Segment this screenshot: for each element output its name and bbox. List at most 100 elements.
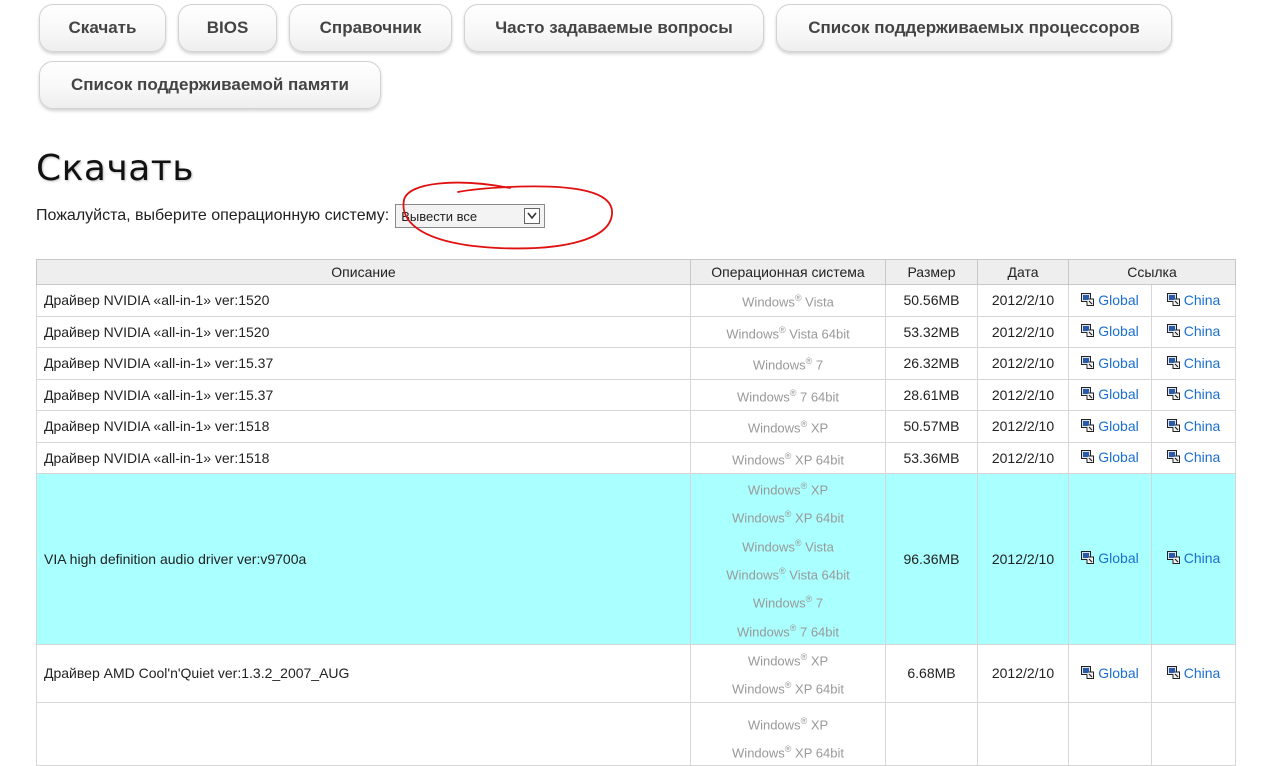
china-download-link[interactable]: China — [1166, 418, 1220, 435]
china-download-link[interactable]: China — [1166, 550, 1220, 566]
row-description: Драйвер AMD Cool'n'Quiet ver:1.3.2_2007_… — [36, 643, 691, 703]
row-link: Global — [1068, 410, 1152, 443]
download-icon — [1166, 292, 1180, 309]
row-size: 6.68MB — [885, 643, 978, 703]
os-name: Windows® Vista 64bit — [726, 565, 850, 583]
os-select-dropdown[interactable]: Вывести все — [395, 204, 546, 228]
os-name: Windows® XP — [747, 481, 829, 498]
download-icon — [1166, 418, 1180, 435]
row-date: 2012/2/10 — [977, 347, 1069, 380]
row-date: 2012/2/10 — [977, 284, 1069, 317]
row-date: 2012/2/10 — [977, 643, 1069, 703]
row-description: Драйвер NVIDIA «all-in-1» ver:1518 — [36, 441, 691, 474]
tab-manual[interactable]: Справочник — [289, 4, 452, 52]
china-download-link[interactable]: China — [1166, 449, 1220, 466]
row-os: Windows® 7 — [690, 347, 886, 380]
table-row: Драйвер NVIDIA «all-in-1» ver:15.37 Windo… — [36, 378, 1236, 411]
row-size: 53.36MB — [885, 441, 978, 474]
row-link: China — [1151, 473, 1236, 645]
table-row: Драйвер NVIDIA «all-in-1» ver:1520 Window… — [36, 315, 1236, 348]
china-download-link[interactable]: China — [1166, 323, 1220, 340]
row-link: China — [1151, 284, 1236, 317]
row-link: Global — [1068, 441, 1152, 474]
os-name: Windows® 7 — [752, 356, 824, 373]
table-row: Драйвер NVIDIA «all-in-1» ver:1518 Window… — [36, 410, 1236, 443]
row-description: VIA high definition audio driver ver:v97… — [36, 473, 691, 645]
row-link: Global — [1068, 378, 1152, 411]
download-icon — [1166, 387, 1180, 403]
row-os: Windows® 7 64bit — [690, 378, 886, 411]
row-size: 53.32MB — [885, 315, 978, 348]
os-name: Windows® XP 64bit — [732, 680, 844, 697]
download-icon — [1166, 450, 1180, 466]
global-download-link[interactable]: Global — [1081, 665, 1139, 682]
global-download-link[interactable]: Global — [1081, 449, 1139, 465]
download-icon — [1081, 418, 1095, 435]
row-description: Драйвер NVIDIA «all-in-1» ver:15.37 — [36, 378, 691, 411]
tab-download[interactable]: Скачать — [39, 4, 166, 52]
os-name: Windows® 7 64bit — [736, 387, 840, 404]
global-download-link[interactable]: Global — [1081, 418, 1139, 435]
china-download-link[interactable]: China — [1166, 665, 1220, 682]
row-os: Windows® Vista 64bit — [690, 315, 886, 348]
row-link: China — [1151, 410, 1236, 443]
row-size: 96.36MB — [885, 473, 978, 645]
row-link: China — [1151, 378, 1236, 411]
os-filter: Пожалуйста, выберите операционную систем… — [36, 204, 546, 228]
os-name: Windows® XP — [747, 715, 829, 732]
header-link: Ссылка — [1068, 259, 1236, 285]
row-description: Драйвер NVIDIA «all-in-1» ver:1520 — [36, 315, 691, 348]
row-link: Global — [1068, 315, 1152, 348]
row-os: Windows® XP 64bit — [690, 441, 886, 474]
china-download-link[interactable]: China — [1166, 292, 1220, 309]
row-date: 2012/2/10 — [977, 441, 1069, 474]
page-title: Скачать — [36, 148, 194, 189]
table-row: Драйвер NVIDIA «all-in-1» ver:15.37 Windo… — [36, 347, 1236, 380]
table-row: Драйвер AMD Cool'n'Quiet ver:1.3.2_2007_… — [36, 643, 1236, 703]
row-link: China — [1151, 315, 1236, 348]
header-size: Размер — [885, 259, 978, 285]
downloads-table: Описание Операционная система Размер Дат… — [36, 259, 1236, 766]
download-icon — [1166, 665, 1180, 682]
tab-cpu-support[interactable]: Список поддерживаемых процессоров — [776, 4, 1172, 52]
china-download-link[interactable]: China — [1166, 355, 1220, 371]
os-name: Windows® XP 64bit — [732, 743, 844, 761]
download-icon — [1166, 324, 1180, 340]
global-download-link[interactable]: Global — [1081, 550, 1139, 566]
row-os: Windows® XP Windows® XP 64bit — [690, 643, 886, 703]
download-icon — [1081, 292, 1095, 309]
row-date: 2012/2/10 — [977, 315, 1069, 348]
china-download-link[interactable]: China — [1166, 386, 1220, 403]
os-name: Windows® XP 64bit — [732, 509, 844, 526]
os-name: Windows® Vista — [742, 537, 834, 554]
row-os: Windows® Vista — [690, 284, 886, 317]
header-date: Дата — [977, 259, 1069, 285]
row-date: 2012/2/10 — [977, 473, 1069, 645]
os-name: Windows® 7 64bit — [736, 622, 840, 639]
row-description: Драйвер NVIDIA «all-in-1» ver:1520 — [36, 284, 691, 317]
os-name: Windows® Vista 64bit — [726, 324, 850, 341]
row-link: China — [1151, 643, 1236, 703]
row-size: 50.57MB — [885, 410, 978, 443]
header-os: Операционная система — [690, 259, 886, 285]
os-select-value: Вывести все — [401, 208, 478, 224]
row-os: Windows® XP Windows® XP 64bit Windows® Vis… — [690, 473, 886, 645]
row-link: China — [1151, 347, 1236, 380]
global-download-link[interactable]: Global — [1081, 292, 1139, 309]
row-size: 26.32MB — [885, 347, 978, 380]
header-description: Описание — [36, 259, 691, 285]
tab-memory-support[interactable]: Список поддерживаемой памяти — [39, 61, 381, 109]
row-link: Global — [1068, 347, 1152, 380]
global-download-link[interactable]: Global — [1081, 323, 1139, 339]
os-name: Windows® 7 — [752, 594, 824, 611]
tab-faq[interactable]: Часто задаваемые вопросы — [464, 4, 764, 52]
os-name: Windows® XP — [747, 651, 829, 669]
row-date: 2012/2/10 — [977, 378, 1069, 411]
tab-bios[interactable]: BIOS — [178, 4, 277, 52]
os-name: Windows® XP — [747, 419, 829, 436]
global-download-link[interactable]: Global — [1081, 355, 1139, 371]
row-link: China — [1151, 441, 1236, 474]
download-icon — [1081, 665, 1095, 682]
global-download-link[interactable]: Global — [1081, 386, 1139, 402]
nav-tabs: Скачать BIOS Справочник Часто задаваемые… — [0, 0, 1272, 120]
